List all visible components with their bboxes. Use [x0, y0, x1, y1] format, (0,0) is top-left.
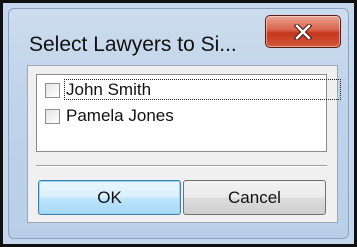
checkbox[interactable] — [45, 83, 60, 98]
close-button[interactable] — [265, 15, 341, 48]
list-item-label: John Smith — [66, 80, 152, 99]
ok-button[interactable]: OK — [38, 180, 181, 215]
window-title: Select Lawyers to Si... — [29, 33, 237, 56]
list-item-pamela-jones[interactable]: Pamela Jones — [37, 103, 326, 129]
dialog-client-area: John Smith Pamela Jones OK Cancel — [27, 65, 341, 223]
separator — [36, 165, 327, 167]
checkbox[interactable] — [45, 109, 60, 124]
list-item-label: Pamela Jones — [66, 106, 174, 125]
close-icon — [294, 23, 312, 40]
cancel-button[interactable]: Cancel — [183, 180, 326, 215]
dialog-window: Select Lawyers to Si... John Smith Pamel… — [0, 0, 357, 247]
lawyer-checklist[interactable]: John Smith Pamela Jones — [36, 74, 341, 152]
list-item-john-smith[interactable]: John Smith — [37, 77, 341, 103]
